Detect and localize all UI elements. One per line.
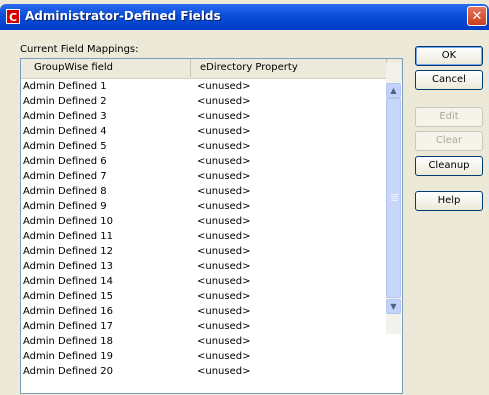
table-row[interactable]: Admin Defined 10 <unused> <box>21 214 387 229</box>
edirectory-property-cell: <unused> <box>197 231 251 242</box>
groupwise-field-cell: Admin Defined 16 <box>23 306 113 317</box>
table-row[interactable]: Admin Defined 19 <unused> <box>21 349 387 364</box>
groupwise-field-cell: Admin Defined 5 <box>23 141 107 152</box>
table-row[interactable]: Admin Defined 12 <unused> <box>21 244 387 259</box>
groupwise-field-cell: Admin Defined 1 <box>23 81 107 92</box>
table-row[interactable]: Admin Defined 17 <unused> <box>21 319 387 334</box>
list-rows: Admin Defined 1 <unused> Admin Defined 2 <u… <box>21 79 387 379</box>
edirectory-property-cell: <unused> <box>197 156 251 167</box>
table-row[interactable]: Admin Defined 3 <unused> <box>21 109 387 124</box>
groupwise-field-cell: Admin Defined 8 <box>23 186 107 197</box>
table-row[interactable]: Admin Defined 6 <unused> <box>21 154 387 169</box>
edirectory-property-cell: <unused> <box>197 321 251 332</box>
column-header-edirectory-property[interactable]: eDirectory Property <box>191 59 387 77</box>
edirectory-property-cell: <unused> <box>197 306 251 317</box>
help-button[interactable]: Help <box>415 191 483 211</box>
ok-button[interactable]: OK <box>415 46 483 66</box>
groupwise-field-cell: Admin Defined 6 <box>23 156 107 167</box>
groupwise-field-cell: Admin Defined 15 <box>23 291 113 302</box>
groupwise-field-cell: Admin Defined 7 <box>23 171 107 182</box>
scrollbar-thumb[interactable] <box>386 98 401 298</box>
edit-button[interactable]: Edit <box>415 107 483 127</box>
close-button[interactable]: ✕ <box>467 6 487 26</box>
edirectory-property-cell: <unused> <box>197 366 251 377</box>
title-bar[interactable]: C Administrator-Defined Fields ✕ <box>0 4 489 30</box>
groupwise-field-cell: Admin Defined 14 <box>23 276 113 287</box>
scroll-down-icon[interactable]: ▼ <box>386 299 401 314</box>
table-row[interactable]: Admin Defined 13 <unused> <box>21 259 387 274</box>
edirectory-property-cell: <unused> <box>197 111 251 122</box>
groupwise-field-cell: Admin Defined 19 <box>23 351 113 362</box>
table-row[interactable]: Admin Defined 1 <unused> <box>21 79 387 94</box>
table-row[interactable]: Admin Defined 5 <unused> <box>21 139 387 154</box>
groupwise-field-cell: Admin Defined 13 <box>23 261 113 272</box>
edirectory-property-cell: <unused> <box>197 186 251 197</box>
table-row[interactable]: Admin Defined 7 <unused> <box>21 169 387 184</box>
table-row[interactable]: Admin Defined 2 <unused> <box>21 94 387 109</box>
cancel-button[interactable]: Cancel <box>415 70 483 90</box>
groupwise-field-cell: Admin Defined 10 <box>23 216 113 227</box>
list-header: GroupWise field eDirectory Property <box>21 59 402 79</box>
vertical-scrollbar[interactable]: ▲ ▼ <box>386 63 401 334</box>
table-row[interactable]: Admin Defined 15 <unused> <box>21 289 387 304</box>
app-icon: C <box>6 9 20 24</box>
edirectory-property-cell: <unused> <box>197 291 251 302</box>
groupwise-field-cell: Admin Defined 4 <box>23 126 107 137</box>
cleanup-button[interactable]: Cleanup <box>415 156 483 176</box>
edirectory-property-cell: <unused> <box>197 141 251 152</box>
groupwise-field-cell: Admin Defined 2 <box>23 96 107 107</box>
field-mappings-list[interactable]: GroupWise field eDirectory Property Admi… <box>20 58 403 394</box>
groupwise-field-cell: Admin Defined 3 <box>23 111 107 122</box>
edirectory-property-cell: <unused> <box>197 171 251 182</box>
edirectory-property-cell: <unused> <box>197 276 251 287</box>
dialog-body: Current Field Mappings: GroupWise field … <box>0 30 489 395</box>
edirectory-property-cell: <unused> <box>197 216 251 227</box>
edirectory-property-cell: <unused> <box>197 96 251 107</box>
groupwise-field-cell: Admin Defined 18 <box>23 336 113 347</box>
edirectory-property-cell: <unused> <box>197 126 251 137</box>
dialog-window: C Administrator-Defined Fields ✕ Current… <box>0 0 489 395</box>
groupwise-field-cell: Admin Defined 20 <box>23 366 113 377</box>
edirectory-property-cell: <unused> <box>197 201 251 212</box>
groupwise-field-cell: Admin Defined 11 <box>23 231 113 242</box>
table-row[interactable]: Admin Defined 16 <unused> <box>21 304 387 319</box>
groupwise-field-cell: Admin Defined 17 <box>23 321 113 332</box>
groupwise-field-cell: Admin Defined 9 <box>23 201 107 212</box>
table-row[interactable]: Admin Defined 8 <unused> <box>21 184 387 199</box>
table-row[interactable]: Admin Defined 11 <unused> <box>21 229 387 244</box>
edirectory-property-cell: <unused> <box>197 246 251 257</box>
clear-button[interactable]: Clear <box>415 131 483 151</box>
edirectory-property-cell: <unused> <box>197 351 251 362</box>
grip-icon <box>391 194 398 195</box>
table-row[interactable]: Admin Defined 4 <unused> <box>21 124 387 139</box>
table-row[interactable]: Admin Defined 20 <unused> <box>21 364 387 379</box>
field-mappings-label: Current Field Mappings: <box>20 44 139 55</box>
groupwise-field-cell: Admin Defined 12 <box>23 246 113 257</box>
edirectory-property-cell: <unused> <box>197 336 251 347</box>
edirectory-property-cell: <unused> <box>197 261 251 272</box>
table-row[interactable]: Admin Defined 14 <unused> <box>21 274 387 289</box>
edirectory-property-cell: <unused> <box>197 81 251 92</box>
column-header-groupwise-field[interactable]: GroupWise field <box>21 59 191 77</box>
table-row[interactable]: Admin Defined 18 <unused> <box>21 334 387 349</box>
window-title: Administrator-Defined Fields <box>25 9 221 23</box>
scroll-up-icon[interactable]: ▲ <box>386 83 401 98</box>
table-row[interactable]: Admin Defined 9 <unused> <box>21 199 387 214</box>
